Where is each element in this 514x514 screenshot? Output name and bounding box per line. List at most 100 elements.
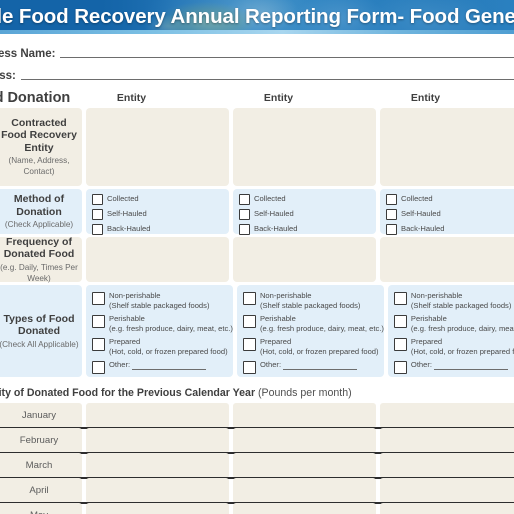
checkbox-label: Other:	[410, 360, 509, 370]
entity-column-header-2: Entity	[263, 92, 294, 104]
checkbox-back-hauled-3[interactable]: Back-Hauled	[386, 224, 514, 235]
checkbox-label: Back-Hauled	[254, 224, 298, 233]
checkbox-icon[interactable]	[92, 361, 105, 374]
checkbox-non-perishable-3[interactable]: Non-perishable (Shelf stable packaged fo…	[393, 291, 514, 310]
checkbox-icon[interactable]	[239, 209, 250, 220]
checkbox-icon[interactable]	[393, 292, 407, 305]
frequency-input-3[interactable]	[380, 237, 514, 282]
checkbox-other-1[interactable]: Other:	[92, 360, 233, 374]
month-value-input-3[interactable]	[380, 478, 514, 503]
other-text-input[interactable]	[283, 362, 358, 370]
checkbox-label-line1: Non-perishable	[109, 291, 161, 300]
checkbox-icon[interactable]	[242, 338, 256, 351]
checkbox-prepared-3[interactable]: Prepared (Hot, cold, or frozen prepared …	[393, 337, 514, 356]
checkbox-perishable-1[interactable]: Perishable (e.g. fresh produce, dairy, m…	[92, 314, 233, 333]
checkbox-icon[interactable]	[92, 338, 105, 351]
checkbox-icon[interactable]	[239, 224, 250, 235]
frequency-input-2[interactable]	[233, 237, 376, 282]
checkbox-icon[interactable]	[92, 194, 103, 205]
checkbox-perishable-2[interactable]: Perishable (e.g. fresh produce, dairy, m…	[242, 314, 384, 333]
quantity-section-title: Quantity of Donated Food for the Previou…	[0, 387, 256, 399]
checkbox-icon[interactable]	[242, 292, 256, 305]
types-checkbox-group-1: Non-perishable (Shelf stable packaged fo…	[86, 285, 233, 377]
checkbox-self-hauled-1[interactable]: Self-Hauled	[92, 209, 229, 220]
month-value-input-3[interactable]	[380, 403, 514, 428]
month-label: April	[0, 478, 82, 503]
month-value-input-3[interactable]	[380, 428, 514, 453]
checkbox-label: Non-perishable (Shelf stable packaged fo…	[260, 291, 360, 310]
checkbox-label-line1: Prepared	[410, 337, 443, 346]
checkbox-icon[interactable]	[386, 194, 397, 205]
month-value-input-3[interactable]	[380, 453, 514, 478]
checkbox-back-hauled-2[interactable]: Back-Hauled	[239, 224, 376, 235]
contracted-entity-input-3[interactable]	[380, 108, 514, 186]
monthly-quantity-table: January February March April	[0, 403, 514, 514]
quantity-section-note: (Pounds per month)	[258, 387, 352, 399]
method-checkbox-group-3: Collected Self-Hauled Back-Hauled	[380, 189, 514, 235]
types-checkbox-group-2: Non-perishable (Shelf stable packaged fo…	[236, 285, 384, 377]
checkbox-perishable-3[interactable]: Perishable (e.g. fresh produce, dairy, m…	[393, 314, 514, 333]
business-name-input[interactable]	[60, 56, 514, 58]
checkbox-label-line2: (Hot, cold, or frozen prepared food)	[410, 346, 514, 356]
checkbox-self-hauled-2[interactable]: Self-Hauled	[239, 209, 376, 220]
table-row: February	[0, 428, 514, 454]
frequency-input-1[interactable]	[86, 237, 229, 282]
checkbox-collected-1[interactable]: Collected	[92, 194, 229, 205]
row-label-frequency: Frequency of Donated Food (e.g. Daily, T…	[0, 236, 82, 283]
entity-column-header-3: Entity	[410, 92, 441, 104]
month-value-input-1[interactable]	[86, 428, 229, 453]
checkbox-icon[interactable]	[92, 292, 105, 305]
method-checkbox-group-1: Collected Self-Hauled Back-Hauled	[86, 189, 229, 235]
table-row: May	[0, 503, 514, 514]
month-value-input-1[interactable]	[86, 403, 229, 428]
checkbox-label: Back-Hauled	[107, 224, 151, 233]
checkbox-prepared-1[interactable]: Prepared (Hot, cold, or frozen prepared …	[92, 337, 233, 356]
address-label: Address:	[0, 70, 16, 82]
checkbox-icon[interactable]	[386, 209, 397, 220]
checkbox-prepared-2[interactable]: Prepared (Hot, cold, or frozen prepared …	[242, 337, 384, 356]
types-checkbox-group-3: Non-perishable (Shelf stable packaged fo…	[387, 285, 514, 377]
month-value-input-2[interactable]	[233, 503, 376, 514]
checkbox-back-hauled-1[interactable]: Back-Hauled	[92, 224, 229, 235]
checkbox-icon[interactable]	[393, 315, 407, 328]
checkbox-collected-2[interactable]: Collected	[239, 194, 376, 205]
month-value-input-3[interactable]	[380, 503, 514, 514]
checkbox-icon[interactable]	[393, 361, 407, 374]
row-label-text: Types of Food Donated	[3, 312, 75, 338]
other-text-input[interactable]	[132, 362, 207, 370]
entity-column-header-1: Entity	[116, 92, 147, 104]
row-contracted-entity: Contracted Food Recovery Entity (Name, A…	[0, 108, 514, 186]
checkbox-icon[interactable]	[242, 315, 256, 328]
contracted-entity-input-2[interactable]	[233, 108, 376, 186]
checkbox-label-line1: Other:	[259, 360, 282, 369]
checkbox-icon[interactable]	[92, 315, 105, 328]
month-value-input-2[interactable]	[233, 453, 376, 478]
checkbox-non-perishable-2[interactable]: Non-perishable (Shelf stable packaged fo…	[242, 291, 384, 310]
month-value-input-2[interactable]	[233, 428, 376, 453]
month-value-input-1[interactable]	[86, 503, 229, 514]
checkbox-label-line1: Prepared	[109, 337, 141, 346]
month-value-input-1[interactable]	[86, 478, 229, 503]
month-value-input-2[interactable]	[233, 403, 376, 428]
checkbox-other-3[interactable]: Other:	[393, 360, 514, 374]
checkbox-label: Self-Hauled	[401, 209, 441, 218]
month-value-input-1[interactable]	[86, 453, 229, 478]
checkbox-label: Collected	[107, 194, 139, 203]
method-checkbox-group-2: Collected Self-Hauled Back-Hauled	[233, 189, 376, 235]
contracted-entity-input-1[interactable]	[86, 108, 229, 186]
month-value-input-2[interactable]	[233, 478, 376, 503]
checkbox-icon[interactable]	[92, 224, 103, 235]
other-text-input[interactable]	[434, 362, 509, 370]
checkbox-icon[interactable]	[386, 224, 397, 235]
checkbox-collected-3[interactable]: Collected	[386, 194, 514, 205]
checkbox-other-2[interactable]: Other:	[242, 360, 384, 374]
checkbox-label-line1: Other:	[410, 360, 433, 369]
checkbox-icon[interactable]	[92, 209, 103, 220]
checkbox-label: Self-Hauled	[107, 209, 147, 218]
checkbox-icon[interactable]	[239, 194, 250, 205]
checkbox-icon[interactable]	[393, 338, 407, 351]
checkbox-non-perishable-1[interactable]: Non-perishable (Shelf stable packaged fo…	[92, 291, 233, 310]
checkbox-icon[interactable]	[242, 361, 256, 374]
checkbox-self-hauled-3[interactable]: Self-Hauled	[386, 209, 514, 220]
address-input[interactable]	[20, 78, 514, 80]
